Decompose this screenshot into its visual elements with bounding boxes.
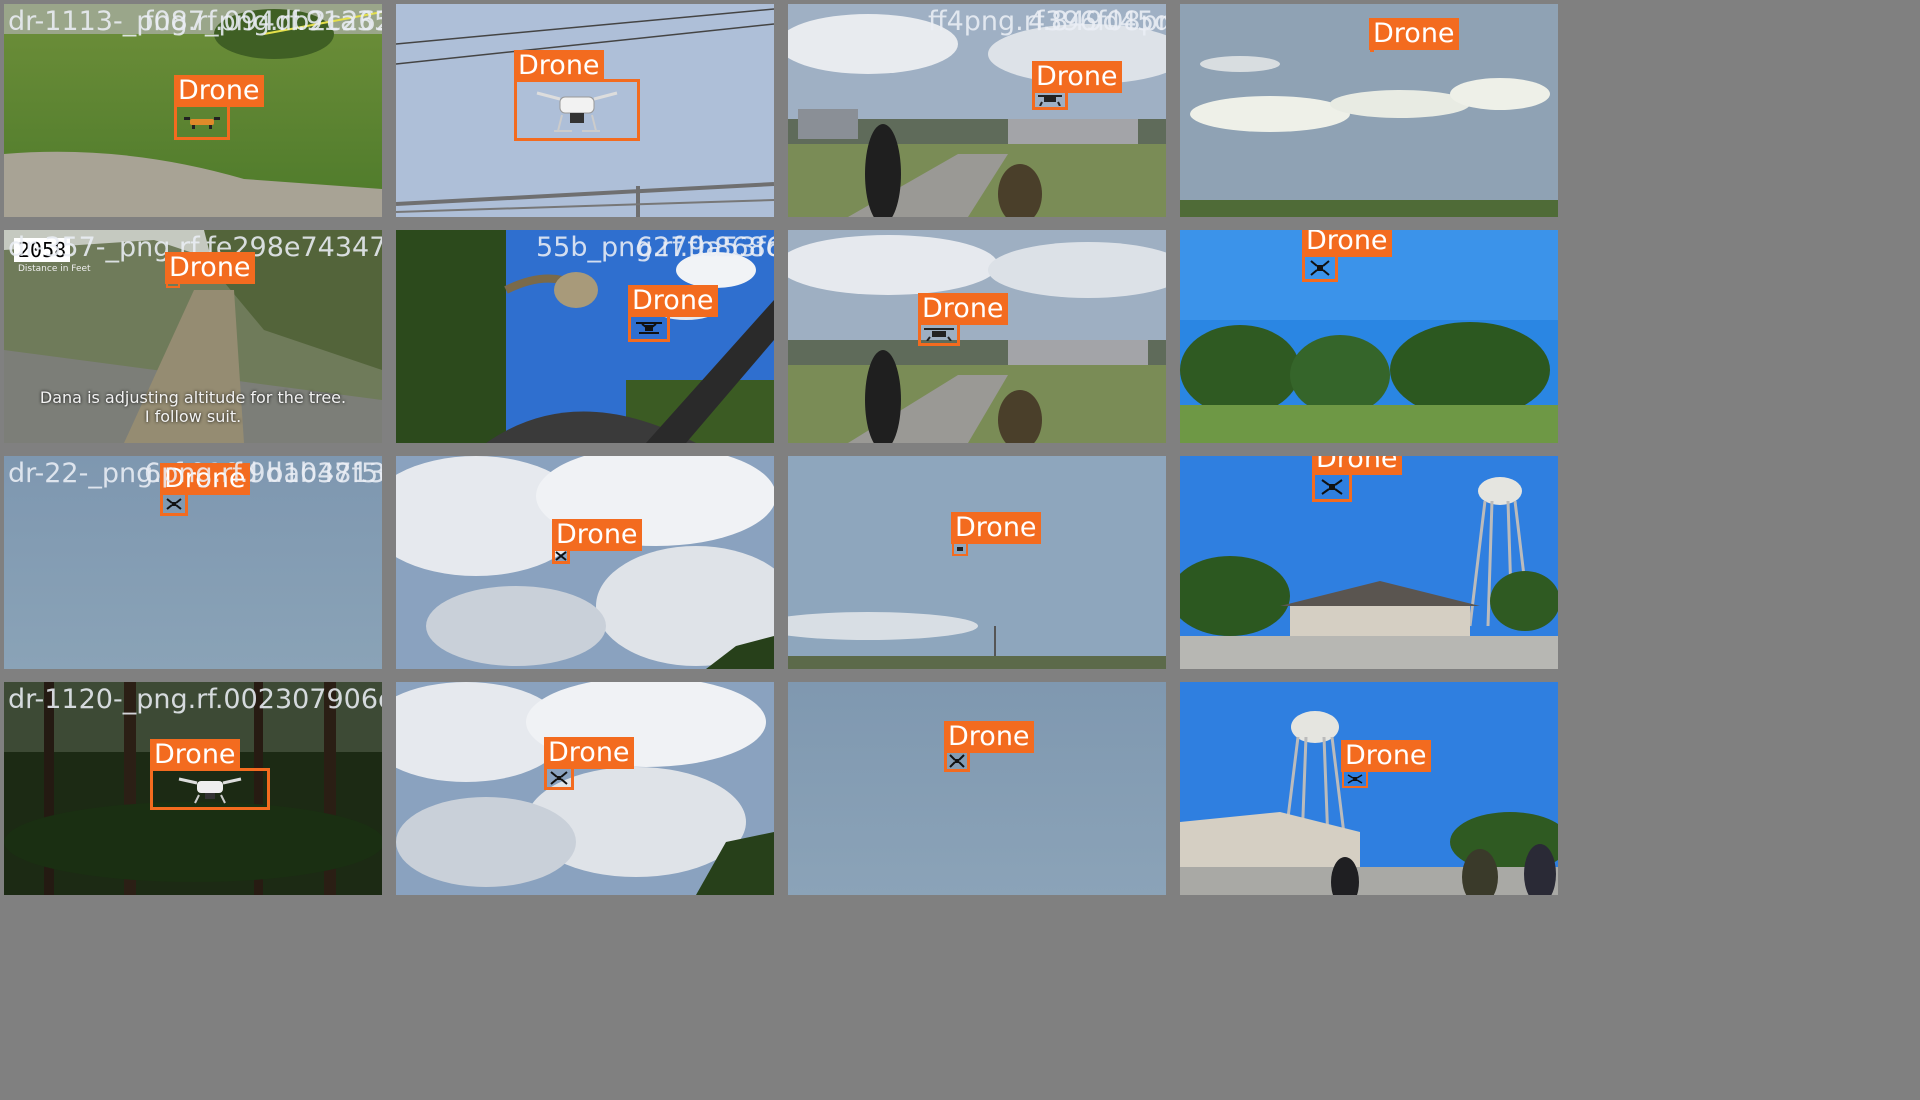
drone-icon (1347, 774, 1363, 784)
detection-box: Drone (1312, 456, 1402, 502)
detection-box: Drone (165, 252, 255, 288)
scene-watertower (1180, 456, 1558, 669)
drone-icon (957, 547, 963, 551)
detection-label: Drone (174, 75, 264, 107)
detection-box: Drone (544, 737, 634, 790)
video-caption: Dana is adjusting altitude for the tree.… (39, 388, 347, 426)
drone-icon (924, 328, 954, 341)
tile-16: Drone (1180, 682, 1558, 895)
scene-pipe-sky (396, 230, 774, 443)
tile-2: Drone (396, 4, 774, 217)
tile-13: dr-1120-_png.rf.002307906cdbce0d3e1274e3… (4, 682, 382, 895)
tile-3: Drone ff4png.rf.849d45de941385a9e4396f08… (788, 4, 1166, 217)
detection-box: Drone (174, 75, 264, 140)
detection-box: Drone (1369, 18, 1459, 52)
distance-label: Distance in Feet (18, 264, 91, 274)
detection-box: Drone (944, 721, 1034, 772)
drone-icon (1038, 95, 1062, 106)
tile-14: Drone (396, 682, 774, 895)
detection-box: Drone (628, 285, 718, 342)
detection-label: Drone (544, 737, 634, 769)
drone-icon (536, 91, 618, 132)
prediction-grid: dr-1113-_png.rf.094db2c2626ad75a0b04238 … (0, 0, 1920, 1100)
tile-12: Drone (1180, 456, 1558, 669)
detection-label: Drone (514, 50, 604, 82)
drone-icon (636, 322, 662, 334)
scene-watertower-people (1180, 682, 1558, 895)
detection-label: Drone (1369, 18, 1459, 50)
detection-box: Drone (150, 739, 270, 810)
detection-box: Drone (160, 463, 250, 516)
drone-icon (555, 551, 567, 561)
drone-icon (1310, 260, 1330, 276)
scene-sky-horizon (788, 456, 1166, 669)
tile-15: Drone (788, 682, 1166, 895)
detection-label: Drone (552, 519, 642, 551)
scene-park (1180, 230, 1558, 443)
detection-box: Drone (1032, 61, 1122, 110)
tile-5: 2058 Distance in Feet Dana is adjusting … (4, 230, 382, 443)
detection-label: Drone (951, 512, 1041, 544)
detection-label: Drone (165, 252, 255, 284)
scene-suburb (788, 230, 1166, 443)
detection-label: Drone (150, 739, 240, 771)
detection-box: Drone (514, 50, 640, 141)
drone-icon (1321, 479, 1343, 495)
tile-4: Drone (1180, 4, 1558, 217)
tile-6: Drone 55b_png.rf.9a53fde8980fc175ce4c0f5… (396, 230, 774, 443)
detection-label: Drone (1341, 740, 1431, 772)
scene-clouds (396, 456, 774, 669)
detection-label: Drone (918, 293, 1008, 325)
distance-counter: 2058 (14, 238, 71, 262)
detection-box: Drone (918, 293, 1008, 346)
tile-7: Drone (788, 230, 1166, 443)
detection-box: Drone (1302, 230, 1392, 282)
drone-icon (184, 117, 220, 129)
tile-1: dr-1113-_png.rf.094db2c2626ad75a0b04238 … (4, 4, 382, 217)
scene-clouds (396, 682, 774, 895)
drone-icon (949, 754, 965, 768)
tile-11: Drone (788, 456, 1166, 669)
drone-icon (550, 771, 568, 785)
detection-label: Drone (944, 721, 1034, 753)
detection-box: Drone (1341, 740, 1431, 788)
tile-8: Drone (1180, 230, 1558, 443)
tile-9: dr-22-_png.rf.010d ba047f5da8efd6ab0786-… (4, 456, 382, 669)
detection-box: Drone (552, 519, 642, 564)
detection-label: Drone (628, 285, 718, 317)
detection-label: Drone (1032, 61, 1122, 93)
tile-10: Drone (396, 456, 774, 669)
scene-plain-sky (788, 682, 1166, 895)
detection-label: Drone (1302, 230, 1392, 257)
detection-label: Drone (1312, 456, 1402, 475)
drone-icon (166, 498, 182, 510)
detection-box: Drone (951, 512, 1041, 556)
detection-label: Drone (160, 463, 250, 495)
drone-icon (178, 777, 242, 804)
scene-suburb (788, 4, 1166, 217)
